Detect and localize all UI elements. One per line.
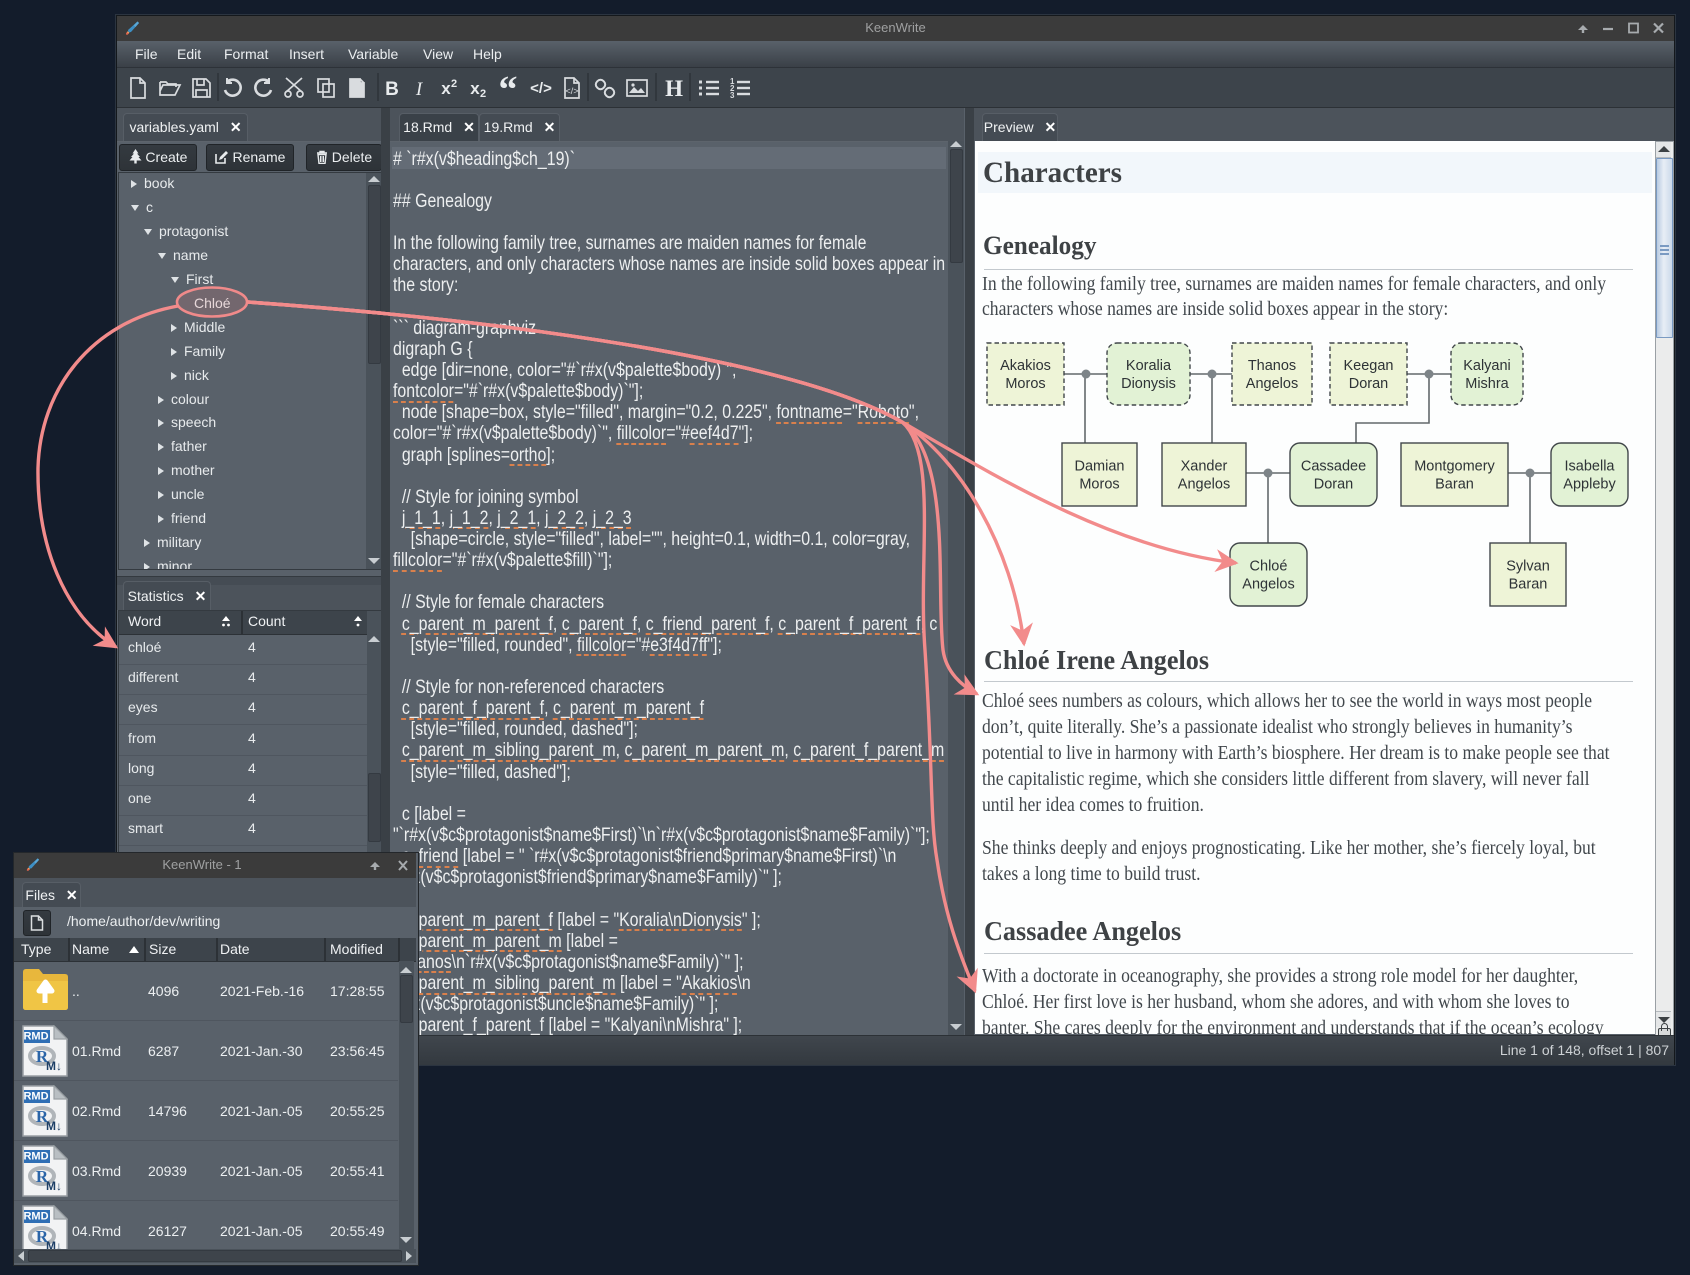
svg-text:2: 2 bbox=[480, 88, 486, 100]
svg-text:</>: </> bbox=[530, 80, 552, 97]
svg-text:B: B bbox=[385, 79, 399, 100]
svg-text:Xander: Xander bbox=[1181, 459, 1228, 475]
svg-text:Angelos: Angelos bbox=[1246, 376, 1298, 392]
svg-text:Keegan: Keegan bbox=[1344, 358, 1394, 374]
svg-text:RMD: RMD bbox=[23, 1091, 48, 1103]
svg-text:Mishra: Mishra bbox=[1465, 376, 1509, 392]
svg-text:Kalyani: Kalyani bbox=[1463, 358, 1511, 374]
svg-text:Baran: Baran bbox=[1509, 577, 1548, 593]
svg-text:3: 3 bbox=[730, 91, 735, 100]
svg-text:Chloé: Chloé bbox=[1250, 559, 1288, 575]
svg-text:Akakios: Akakios bbox=[1000, 358, 1051, 374]
svg-text:Sylvan: Sylvan bbox=[1506, 559, 1550, 575]
svg-text:Koralia: Koralia bbox=[1126, 358, 1172, 374]
svg-text:Moros: Moros bbox=[1079, 477, 1119, 493]
svg-text:Isabella: Isabella bbox=[1565, 459, 1616, 475]
svg-text:Montgomery: Montgomery bbox=[1414, 459, 1495, 475]
svg-text:Appleby: Appleby bbox=[1563, 477, 1616, 493]
svg-text:Baran: Baran bbox=[1435, 477, 1474, 493]
svg-text:Cassadee: Cassadee bbox=[1301, 459, 1366, 475]
svg-text:</>: </> bbox=[565, 86, 578, 96]
svg-text:RMD: RMD bbox=[23, 1151, 48, 1163]
svg-text:RMD: RMD bbox=[23, 1031, 48, 1043]
svg-text:Angelos: Angelos bbox=[1242, 577, 1294, 593]
svg-text:M↓: M↓ bbox=[46, 1119, 62, 1133]
svg-text:“: “ bbox=[499, 69, 518, 107]
svg-text:Doran: Doran bbox=[1314, 477, 1354, 493]
svg-text:x: x bbox=[441, 79, 451, 98]
svg-text:Angelos: Angelos bbox=[1178, 477, 1230, 493]
svg-text:x: x bbox=[470, 79, 480, 98]
svg-text:Doran: Doran bbox=[1349, 376, 1389, 392]
svg-text:Damian: Damian bbox=[1075, 459, 1125, 475]
svg-text:H: H bbox=[665, 76, 683, 101]
svg-text:Thanos: Thanos bbox=[1248, 358, 1296, 374]
svg-text:Moros: Moros bbox=[1005, 376, 1045, 392]
svg-text:RMD: RMD bbox=[23, 1211, 48, 1223]
svg-text:I: I bbox=[415, 79, 424, 100]
svg-text:M↓: M↓ bbox=[46, 1059, 62, 1073]
svg-text:M↓: M↓ bbox=[46, 1179, 62, 1193]
svg-text:2: 2 bbox=[451, 78, 457, 90]
svg-text:Dionysis: Dionysis bbox=[1121, 376, 1176, 392]
